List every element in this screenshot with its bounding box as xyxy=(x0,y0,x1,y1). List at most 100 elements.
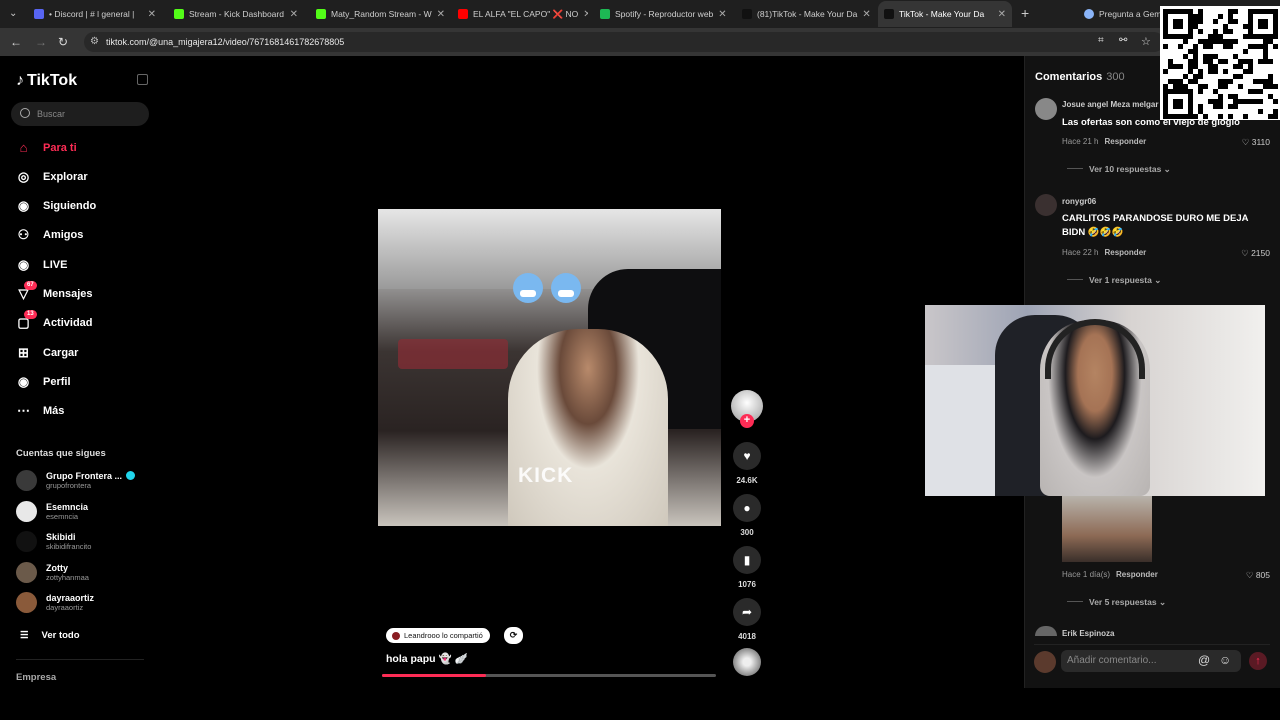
nav-label: Más xyxy=(43,405,65,418)
qr-cell xyxy=(1228,44,1233,49)
close-tab-icon[interactable]: ✕ xyxy=(862,9,870,20)
following-account[interactable]: Zotty zottyhanmaa xyxy=(16,561,89,583)
qr-cell xyxy=(1218,14,1223,19)
follow-plus-button[interactable]: + xyxy=(740,414,754,428)
reload-button[interactable]: ↻ xyxy=(58,35,68,49)
following-account[interactable]: Grupo Frontera ... grupofrontera xyxy=(16,470,136,491)
reply-button[interactable]: Responder xyxy=(1116,570,1158,579)
nav-item-más[interactable]: ⋯ Más xyxy=(16,403,65,419)
comment-like-button[interactable]: ♡ 805 xyxy=(1246,570,1270,581)
emoji-icon[interactable]: ☺ xyxy=(1219,653,1231,667)
tiktok-logo[interactable]: ♪ TikTok xyxy=(16,72,77,90)
send-comment-button[interactable]: ↑ xyxy=(1249,652,1267,670)
nav-label: Amigos xyxy=(43,229,84,242)
tab-gemini[interactable]: Pregunta a Gemi xyxy=(1078,1,1162,27)
tab-favicon-icon xyxy=(742,9,752,19)
save-button[interactable]: ▮ xyxy=(733,546,761,574)
nav-item-actividad[interactable]: ▢ 13 Actividad xyxy=(16,309,93,331)
repost-badge[interactable]: Leandrooo lo compartió xyxy=(386,628,490,643)
comment-avatar[interactable] xyxy=(1035,626,1057,636)
account-handle: skibidifrancito xyxy=(46,542,92,551)
following-account[interactable]: dayraaortiz dayraaortiz xyxy=(16,592,94,613)
tab-favicon-icon xyxy=(458,9,468,19)
extension-icon[interactable]: ⚯ xyxy=(1119,35,1127,46)
comment-image[interactable] xyxy=(1062,496,1152,562)
list-icon: ☰ xyxy=(20,630,29,641)
video-progress-bar[interactable] xyxy=(382,674,716,677)
reply-button[interactable]: Responder xyxy=(1104,137,1146,146)
qr-cell xyxy=(1258,99,1263,104)
close-tab-icon[interactable]: ✕ xyxy=(998,9,1006,20)
my-avatar xyxy=(1034,651,1056,673)
mention-icon[interactable]: @ xyxy=(1198,653,1210,667)
avatar xyxy=(16,500,37,522)
browser-tab[interactable]: Spotify - Reproductor web ✕ xyxy=(594,1,730,27)
see-all-label: Ver todo xyxy=(41,630,80,641)
nav-item-mensajes[interactable]: ▽ 67 Mensajes xyxy=(16,280,93,302)
view-replies-button[interactable]: Ver 5 respuestas ⌄ xyxy=(1067,597,1166,608)
close-tab-icon[interactable]: ✕ xyxy=(718,9,726,20)
translate-icon[interactable]: ⌗ xyxy=(1098,35,1104,46)
browser-tab[interactable]: Stream - Kick Dashboard ✕ xyxy=(168,1,304,27)
nav-item-explorar[interactable]: ◎ Explorar xyxy=(16,169,88,184)
account-name: Skibidi xyxy=(46,532,76,542)
reply-button[interactable]: Responder xyxy=(1104,248,1146,257)
address-bar[interactable]: ⚙ tiktok.com/@una_migajera12/video/76716… xyxy=(84,32,1164,52)
video-player[interactable]: KICK xyxy=(378,209,721,526)
collapse-sidebar-icon[interactable] xyxy=(137,74,148,85)
close-tab-icon[interactable]: ✕ xyxy=(437,9,445,20)
following-account[interactable]: Skibidi skibidifrancito xyxy=(16,531,91,552)
qr-cell xyxy=(1233,19,1238,24)
comment-button[interactable]: ● xyxy=(733,494,761,522)
browser-tab[interactable]: EL ALFA "EL CAPO" ❌ NO ✕ xyxy=(452,1,588,27)
music-disc-icon[interactable] xyxy=(733,648,761,676)
nav-item-para-ti[interactable]: ⌂ Para ti xyxy=(16,140,77,155)
nav-item-live[interactable]: ◉ LIVE xyxy=(16,257,68,272)
comment-avatar[interactable] xyxy=(1035,98,1057,120)
company-link[interactable]: Empresa xyxy=(16,672,56,683)
close-tab-icon[interactable]: ✕ xyxy=(290,9,298,20)
nav-item-perfil[interactable]: ◉ Perfil xyxy=(16,374,71,389)
comment-username[interactable]: ronygr06 xyxy=(1062,197,1096,206)
tab-search-icon[interactable]: ⌄ xyxy=(9,8,17,19)
comment-username[interactable]: Josue angel Meza melgar xyxy=(1062,100,1158,109)
following-title: Cuentas que sigues xyxy=(16,448,106,459)
comment-like-button[interactable]: ♡ 3110 xyxy=(1242,137,1270,148)
back-button[interactable]: ← xyxy=(10,35,22,49)
browser-tab[interactable]: Maty_Random Stream - W ✕ xyxy=(310,1,446,27)
following-account[interactable]: Esemncia esemncia xyxy=(16,500,88,522)
comment-like-button[interactable]: ♡ 2150 xyxy=(1241,248,1270,259)
view-replies-button[interactable]: Ver 1 respuesta ⌄ xyxy=(1067,275,1161,286)
nav-item-amigos[interactable]: ⚇ Amigos xyxy=(16,227,84,243)
comment-avatar[interactable] xyxy=(1035,194,1057,216)
browser-tab[interactable]: (81)TikTok - Make Your Da ✕ xyxy=(736,1,872,27)
like-button[interactable]: ♥ xyxy=(733,442,761,470)
qr-cell xyxy=(1178,44,1183,49)
new-tab-button[interactable]: + xyxy=(1021,5,1029,21)
browser-tab[interactable]: • Discord | # ‌l general | ✕ xyxy=(28,1,162,27)
see-all-button[interactable]: ☰ Ver todo xyxy=(20,630,80,641)
comment-input[interactable]: Añadir comentario... xyxy=(1061,650,1241,672)
comment-time: Hace 1 día(s) xyxy=(1062,570,1111,579)
browser-tab[interactable]: TikTok - Make Your Da ✕ xyxy=(878,1,1012,27)
qr-cell xyxy=(1238,74,1243,79)
comment-username[interactable]: Erik Espinoza xyxy=(1062,629,1114,638)
nav-label: Explorar xyxy=(43,170,88,183)
close-tab-icon[interactable]: ✕ xyxy=(148,9,156,20)
emoji-overlay xyxy=(513,273,581,303)
nav-item-siguiendo[interactable]: ◉ Siguiendo xyxy=(16,198,96,214)
repost-icon[interactable]: ⟳ xyxy=(504,627,523,644)
forward-button[interactable]: → xyxy=(35,35,47,49)
bookmark-star-icon[interactable]: ☆ xyxy=(1141,35,1151,48)
repost-text: Leandrooo lo compartió xyxy=(404,631,483,640)
qr-cell xyxy=(1228,29,1233,34)
street-lights xyxy=(398,339,508,369)
account-handle: zottyhanmaa xyxy=(46,572,89,582)
search-input[interactable]: Buscar xyxy=(11,102,149,126)
qr-cell xyxy=(1273,114,1278,119)
view-replies-button[interactable]: Ver 10 respuestas ⌄ xyxy=(1067,164,1171,175)
close-tab-icon[interactable]: ✕ xyxy=(583,9,588,20)
share-button[interactable]: ➦ xyxy=(733,598,761,626)
nav-item-cargar[interactable]: ⊞ Cargar xyxy=(16,345,78,360)
site-info-icon[interactable]: ⚙ xyxy=(90,36,99,47)
